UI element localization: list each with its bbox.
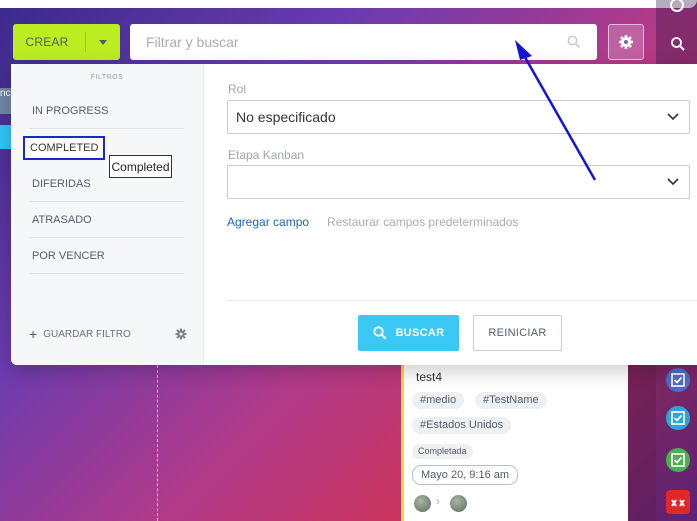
kanban-column-divider	[157, 365, 158, 521]
rail-search-icon[interactable]	[664, 30, 692, 58]
filter-item-atrasado[interactable]: ATRASADO	[29, 202, 184, 238]
filter-sidebar: FILTROS IN PROGRESS COMPLETED DIFERIDAS …	[11, 64, 204, 365]
reset-button[interactable]: REINICIAR	[473, 315, 562, 351]
search-button[interactable]: BUSCAR	[358, 315, 459, 351]
card-status-badge: Completada	[412, 444, 473, 459]
filter-item-label: ATRASADO	[32, 213, 92, 226]
card-tag[interactable]: #medio	[412, 392, 465, 409]
chevron-down-icon	[667, 113, 679, 121]
search-icon	[372, 326, 386, 340]
role-field-label: Rol	[228, 82, 247, 96]
rail-tasks-icon[interactable]	[664, 366, 692, 394]
rail-app-icon[interactable]	[664, 488, 692, 516]
card-title[interactable]: test4	[416, 370, 442, 384]
role-select[interactable]: No especificado	[227, 100, 690, 134]
avatar[interactable]	[414, 495, 431, 512]
save-filter-button[interactable]: + GUARDAR FILTRO	[29, 326, 131, 342]
search-icon	[567, 35, 581, 49]
kanban-field-label: Etapa Kanban	[228, 148, 305, 162]
search-placeholder: Filtrar y buscar	[146, 34, 239, 50]
filter-item-label: COMPLETED	[23, 136, 106, 160]
card-tag[interactable]: #Estados Unidos	[412, 417, 512, 434]
top-strip	[0, 0, 697, 8]
kanban-stage-select[interactable]	[227, 165, 690, 199]
filter-settings-gear-icon[interactable]	[175, 328, 187, 340]
add-field-link[interactable]: Agregar campo	[227, 215, 309, 229]
save-filter-label: GUARDAR FILTRO	[43, 328, 131, 340]
left-edge-tab: nc	[0, 88, 11, 114]
left-edge-text: nc	[0, 88, 11, 99]
chevron-down-icon	[667, 178, 679, 186]
filter-tooltip: Completed	[109, 155, 172, 178]
filter-item-in-progress[interactable]: IN PROGRESS	[29, 93, 184, 129]
search-input[interactable]: Filtrar y buscar	[130, 24, 597, 60]
restore-fields-link[interactable]: Restaurar campos predeterminados	[327, 215, 518, 229]
filter-item-label: IN PROGRESS	[32, 104, 109, 117]
plus-icon: +	[29, 326, 38, 342]
chevron-right-icon: ›	[436, 496, 440, 508]
create-button[interactable]: CREAR	[13, 24, 120, 60]
rail-tasks-green-icon[interactable]	[664, 446, 692, 474]
divider	[227, 300, 697, 301]
rail-tasks-blue-icon[interactable]	[664, 404, 692, 432]
create-button-label: CREAR	[25, 35, 69, 49]
create-dropdown-icon[interactable]	[86, 37, 120, 47]
card-date: Mayo 20, 9:16 am	[412, 465, 519, 485]
filter-item-label: POR VENCER	[32, 249, 105, 262]
role-select-value: No especificado	[236, 109, 336, 125]
reset-button-label: REINICIAR	[488, 327, 547, 339]
filter-sidebar-title: FILTROS	[90, 74, 124, 81]
gear-icon	[619, 35, 633, 49]
field-links: Agregar campo Restaurar campos predeterm…	[227, 215, 518, 229]
avatar[interactable]	[450, 495, 467, 512]
filter-item-por-vencer[interactable]: POR VENCER	[29, 238, 184, 274]
filter-popup: FILTROS IN PROGRESS COMPLETED DIFERIDAS …	[11, 64, 697, 365]
card-tag[interactable]: #TestName	[475, 392, 547, 409]
kanban-card[interactable]: test4 #medio #TestName #Estados Unidos C…	[401, 365, 628, 521]
search-button-label: BUSCAR	[395, 327, 445, 339]
rail-search-top-icon[interactable]	[664, 0, 692, 20]
card-edge	[628, 365, 656, 521]
filter-item-label: DIFERIDAS	[32, 177, 91, 190]
left-edge-highlight	[0, 125, 11, 149]
settings-button[interactable]	[608, 24, 644, 60]
